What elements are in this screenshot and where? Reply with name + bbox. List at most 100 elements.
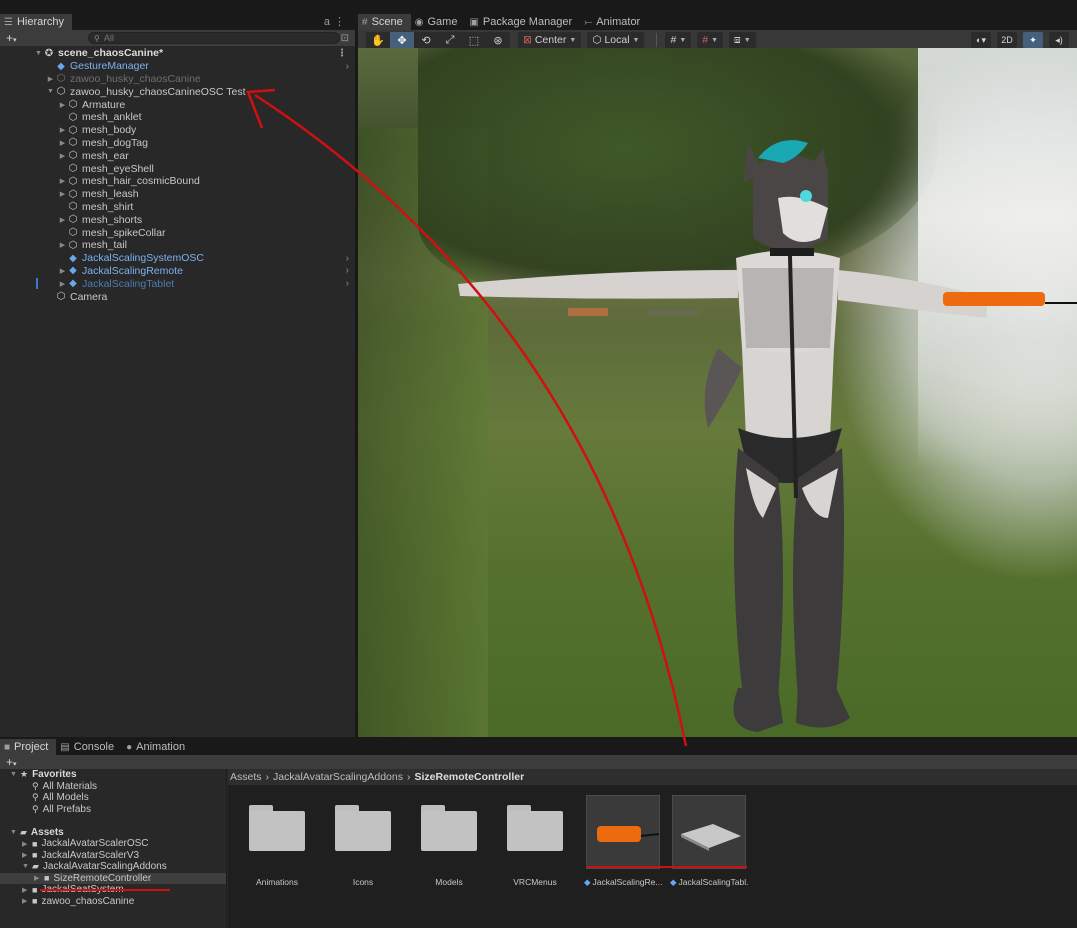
tab-animation[interactable]: ● Animation [122,739,193,755]
tree-row[interactable]: ▶ ⬡ mesh_shorts [0,213,355,226]
tree-row[interactable]: ▶ ⬡ mesh_tail [0,239,355,252]
expand-arrow-icon[interactable]: ▶ [58,126,67,134]
tree-row[interactable]: ▼ ⬡ zawoo_husky_chaosCanineOSC Test [0,85,355,98]
hierarchy-search[interactable]: ⚲ [88,32,340,44]
rect-tool-icon[interactable]: ⬚ [462,32,486,48]
expand-arrow-icon[interactable]: ▼ [46,88,55,95]
tree-row[interactable]: ⬡ mesh_spikeCollar [0,226,355,239]
tree-row[interactable]: ◆ GestureManager › [0,60,355,73]
tree-row[interactable]: ⬡ mesh_anklet [0,111,355,124]
tree-row[interactable]: ▶ ⬡ mesh_ear [0,149,355,162]
tree-row[interactable]: ⬡ mesh_eyeShell [0,162,355,175]
expand-arrow-icon[interactable]: ▼ [10,771,20,778]
tab-package-manager[interactable]: ▣ Package Manager [465,14,580,30]
folder-item[interactable]: ▼ ▰ JackalAvatarScalingAddons [0,861,226,873]
avatar-model[interactable] [358,48,1077,737]
asset-folder[interactable]: Animations [238,795,316,887]
tree-row[interactable]: ▶ ◆ JackalScalingRemote › [0,265,355,278]
chevron-right-icon[interactable]: › [346,253,349,264]
breadcrumb-item[interactable]: Assets [230,771,262,783]
expand-arrow-icon[interactable]: ▶ [22,851,32,859]
scene-viewport[interactable] [358,48,1077,737]
tree-row[interactable]: ▶ ⬡ mesh_hair_cosmicBound [0,175,355,188]
expand-arrow-icon[interactable]: ▶ [22,897,32,905]
chevron-right-icon[interactable]: › [346,61,349,72]
tree-row[interactable]: ▶ ⬡ mesh_dogTag [0,137,355,150]
tree-row[interactable]: ⬡ mesh_shirt [0,201,355,214]
expand-arrow-icon[interactable]: ▶ [22,840,32,848]
grid-snap-dropdown[interactable]: # ▼ [665,32,692,48]
draw-mode-dropdown[interactable]: ◐▾ [971,32,991,48]
expand-arrow-icon[interactable]: ▼ [10,829,20,836]
favorite-item[interactable]: ⚲ All Prefabs [0,804,226,816]
pivot-dropdown[interactable]: ⊠ Center ▼ [518,32,582,48]
lighting-toggle[interactable]: ✦ [1023,32,1043,48]
chevron-right-icon[interactable]: › [346,265,349,276]
hand-tool-icon[interactable]: ✋ [366,32,390,48]
hierarchy-search-input[interactable] [103,33,304,43]
rotate-tool-icon[interactable]: ⟲ [414,32,438,48]
chevron-right-icon[interactable]: › [346,278,349,289]
scene-menu-icon[interactable]: ⋮ [337,48,347,59]
tree-row[interactable]: ▶ ⬡ Armature [0,98,355,111]
expand-arrow-icon[interactable]: ▼ [34,50,43,57]
tab-game[interactable]: ◉ Game [411,14,466,30]
breadcrumb-item[interactable]: JackalAvatarScalingAddons [273,771,403,783]
asset-prefab[interactable]: ◆ JackalScalingTabl... [670,795,748,887]
increment-snap-dropdown[interactable]: # ▼ [697,32,724,48]
audio-toggle[interactable]: ◂) [1049,32,1069,48]
folder-item[interactable]: ▶ ■ zawoo_chaosCanine [0,896,226,908]
background-object [648,310,698,316]
tab-console[interactable]: ▤ Console [56,739,122,755]
expand-arrow-icon[interactable]: ▶ [22,886,32,894]
tab-project[interactable]: ■ Project [0,739,57,755]
favorite-item[interactable]: ⚲ All Models [0,792,226,804]
space-dropdown[interactable]: ⬡ Local ▼ [587,32,645,48]
favorite-item[interactable]: ⚲ All Materials [0,781,226,793]
favorites-row[interactable]: ▼ ★ Favorites [0,769,226,781]
transform-tool-icon[interactable]: ⊛ [486,32,510,48]
create-asset-button[interactable]: +▾ [6,755,28,769]
move-tool-icon[interactable]: ✥ [390,32,414,48]
tree-row[interactable]: ▶ ⬡ mesh_leash [0,188,355,201]
tree-row[interactable]: ▶ ◆ JackalScalingTablet › [0,277,355,290]
expand-arrow-icon[interactable]: ▶ [58,190,67,198]
annotation-underline [40,889,170,891]
folder-item[interactable]: ▶ ■ JackalAvatarScalerOSC [0,838,226,850]
scene-visibility-icon[interactable]: ⊡ [341,33,349,44]
tab-scene[interactable]: # Scene [358,14,411,30]
tree-row-label: mesh_eyeShell [82,162,154,175]
tree-row[interactable]: ⬡ Camera [0,290,355,303]
expand-arrow-icon[interactable]: ▶ [34,874,44,882]
asset-folder[interactable]: VRCMenus [496,795,574,887]
asset-folder[interactable]: Icons [324,795,402,887]
expand-arrow-icon[interactable]: ▶ [58,280,67,288]
more-menu-icon[interactable]: ⋮ [334,16,349,28]
expand-arrow-icon[interactable]: ▶ [58,139,67,147]
align-dropdown[interactable]: ⧈ ▼ [729,32,756,48]
folder-item-selected[interactable]: ▶ ■ SizeRemoteController [0,872,226,884]
expand-arrow-icon[interactable]: ▶ [46,75,55,83]
asset-prefab[interactable]: ◆ JackalScalingRe... [584,795,662,887]
folder-item[interactable]: ▶ ■ JackalAvatarScalerV3 [0,850,226,862]
scale-tool-icon[interactable]: ⤢ [438,32,462,48]
tree-row[interactable]: ▶ ⬡ zawoo_husky_chaosCanine [0,73,355,86]
expand-arrow-icon[interactable]: ▶ [58,241,67,249]
tree-row[interactable]: ◆ JackalScalingSystemOSC › [0,252,355,265]
assets-row[interactable]: ▼ ▰ Assets [0,827,226,839]
toggle-2d-button[interactable]: 2D [997,32,1017,48]
create-button[interactable]: +▾ [6,31,28,45]
lock-icon[interactable]: a [324,16,334,28]
tree-row[interactable]: ▶ ⬡ mesh_body [0,124,355,137]
expand-arrow-icon[interactable]: ▶ [58,216,67,224]
expand-arrow-icon[interactable]: ▼ [22,863,32,870]
expand-arrow-icon[interactable]: ▶ [58,267,67,275]
expand-arrow-icon[interactable]: ▶ [58,101,67,109]
tab-animator[interactable]: ⤚ Animator [580,14,648,30]
breadcrumb-current[interactable]: SizeRemoteController [414,771,524,783]
expand-arrow-icon[interactable]: ▶ [58,152,67,160]
expand-arrow-icon[interactable]: ▶ [58,177,67,185]
tree-row-scene[interactable]: ▼ ✪ scene_chaosCanine* ⋮ [0,47,355,60]
asset-folder[interactable]: Models [410,795,488,887]
tab-hierarchy[interactable]: ☰ Hierarchy [0,14,73,30]
